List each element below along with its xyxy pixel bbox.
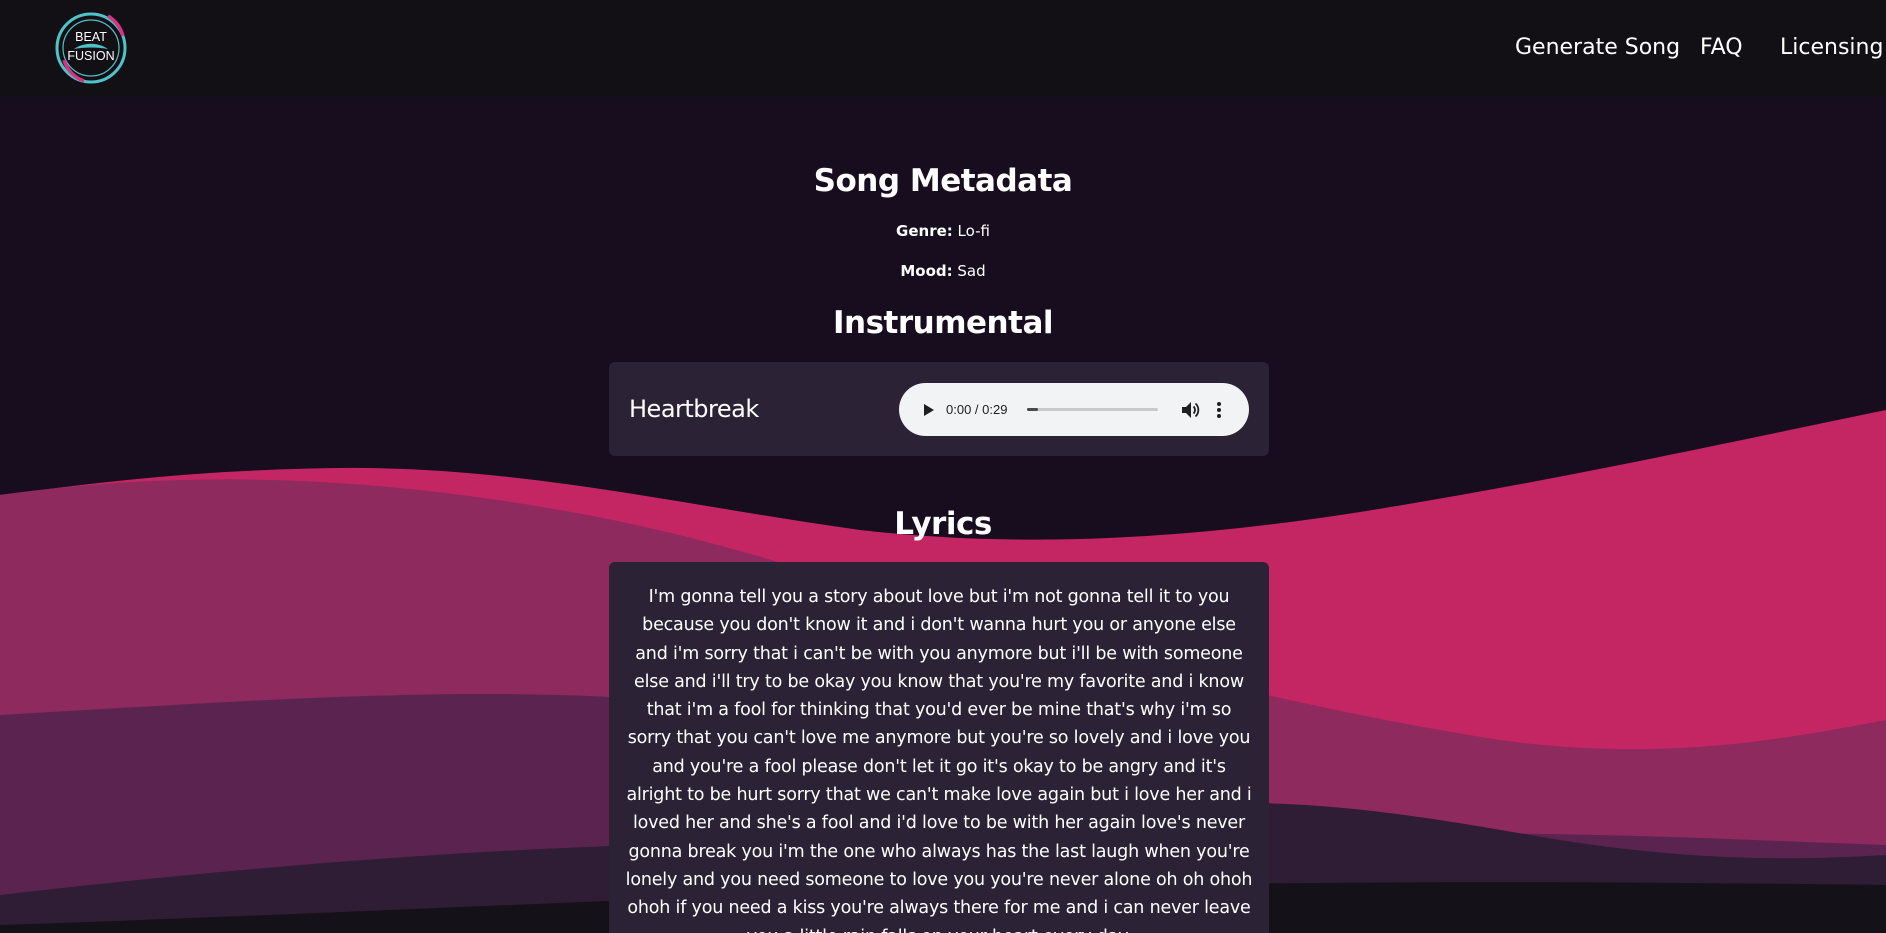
mood-value: Sad [957,262,986,280]
seek-progress [1027,408,1038,411]
mood-label: Mood: [900,262,953,280]
main-content: Song Metadata Genre: Lo-fi Mood: Sad Ins… [0,0,1886,933]
lyrics-card: I'm gonna tell you a story about love bu… [609,562,1269,933]
lyrics-heading: Lyrics [894,506,992,542]
play-icon[interactable] [918,400,938,420]
page: BEAT FUSION Generate Song FAQ Licensing … [0,0,1886,933]
logo-line-beat: BEAT [75,30,107,44]
volume-icon[interactable] [1179,399,1201,421]
instrumental-heading: Instrumental [833,305,1054,341]
beat-fusion-logo[interactable]: BEAT FUSION [54,11,128,85]
time-readout: 0:00 / 0:29 [946,402,1008,417]
genre-value: Lo-fi [957,222,990,240]
nav-generate-song[interactable]: Generate Song [1515,33,1680,63]
navbar: BEAT FUSION Generate Song FAQ Licensing [0,0,1886,97]
genre-row: Genre: Lo-fi [0,220,1886,242]
seek-bar[interactable] [1027,408,1158,411]
nav-faq[interactable]: FAQ [1700,33,1743,63]
nav-licensing[interactable]: Licensing [1780,33,1883,63]
more-vertical-icon[interactable] [1212,399,1226,421]
mood-row: Mood: Sad [0,260,1886,282]
logo-line-fusion: FUSION [67,49,115,63]
lyrics-text: I'm gonna tell you a story about love bu… [625,587,1253,933]
track-card: Heartbreak 0:00 / 0:29 [609,362,1269,456]
genre-label: Genre: [896,222,953,240]
audio-player[interactable]: 0:00 / 0:29 [899,383,1249,436]
metadata-heading: Song Metadata [813,163,1073,199]
logo-wordmark: BEAT FUSION [54,28,128,66]
track-name: Heartbreak [629,395,759,423]
